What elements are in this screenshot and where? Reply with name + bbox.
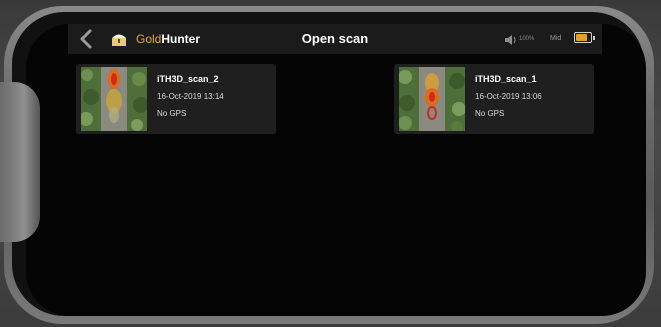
battery-fill	[576, 34, 587, 41]
battery-tip	[593, 36, 595, 40]
scan-thumbnail	[81, 67, 147, 131]
scan-card[interactable]: iTH3D_scan_1 16-Oct-2019 13:06 No GPS	[394, 64, 594, 134]
scan-card[interactable]: iTH3D_scan_2 16-Oct-2019 13:14 No GPS	[76, 64, 276, 134]
top-bar: GoldHunter Open scan 100% Mid	[68, 24, 602, 54]
scan-name: iTH3D_scan_1	[475, 74, 537, 84]
battery-icon	[574, 32, 595, 43]
scan-thumbnail	[399, 67, 465, 131]
scan-gps-status: No GPS	[475, 109, 505, 118]
volume-percent: 100%	[519, 36, 535, 42]
scan-name: iTH3D_scan_2	[157, 74, 219, 84]
device-side-button	[0, 82, 40, 242]
device-bezel	[12, 12, 646, 316]
scan-date: 16-Oct-2019 13:06	[475, 92, 542, 101]
scan-gps-status: No GPS	[157, 109, 187, 118]
scan-date: 16-Oct-2019 13:14	[157, 92, 224, 101]
sensitivity-label[interactable]: Mid	[550, 34, 561, 44]
speaker-icon[interactable]	[504, 33, 518, 45]
